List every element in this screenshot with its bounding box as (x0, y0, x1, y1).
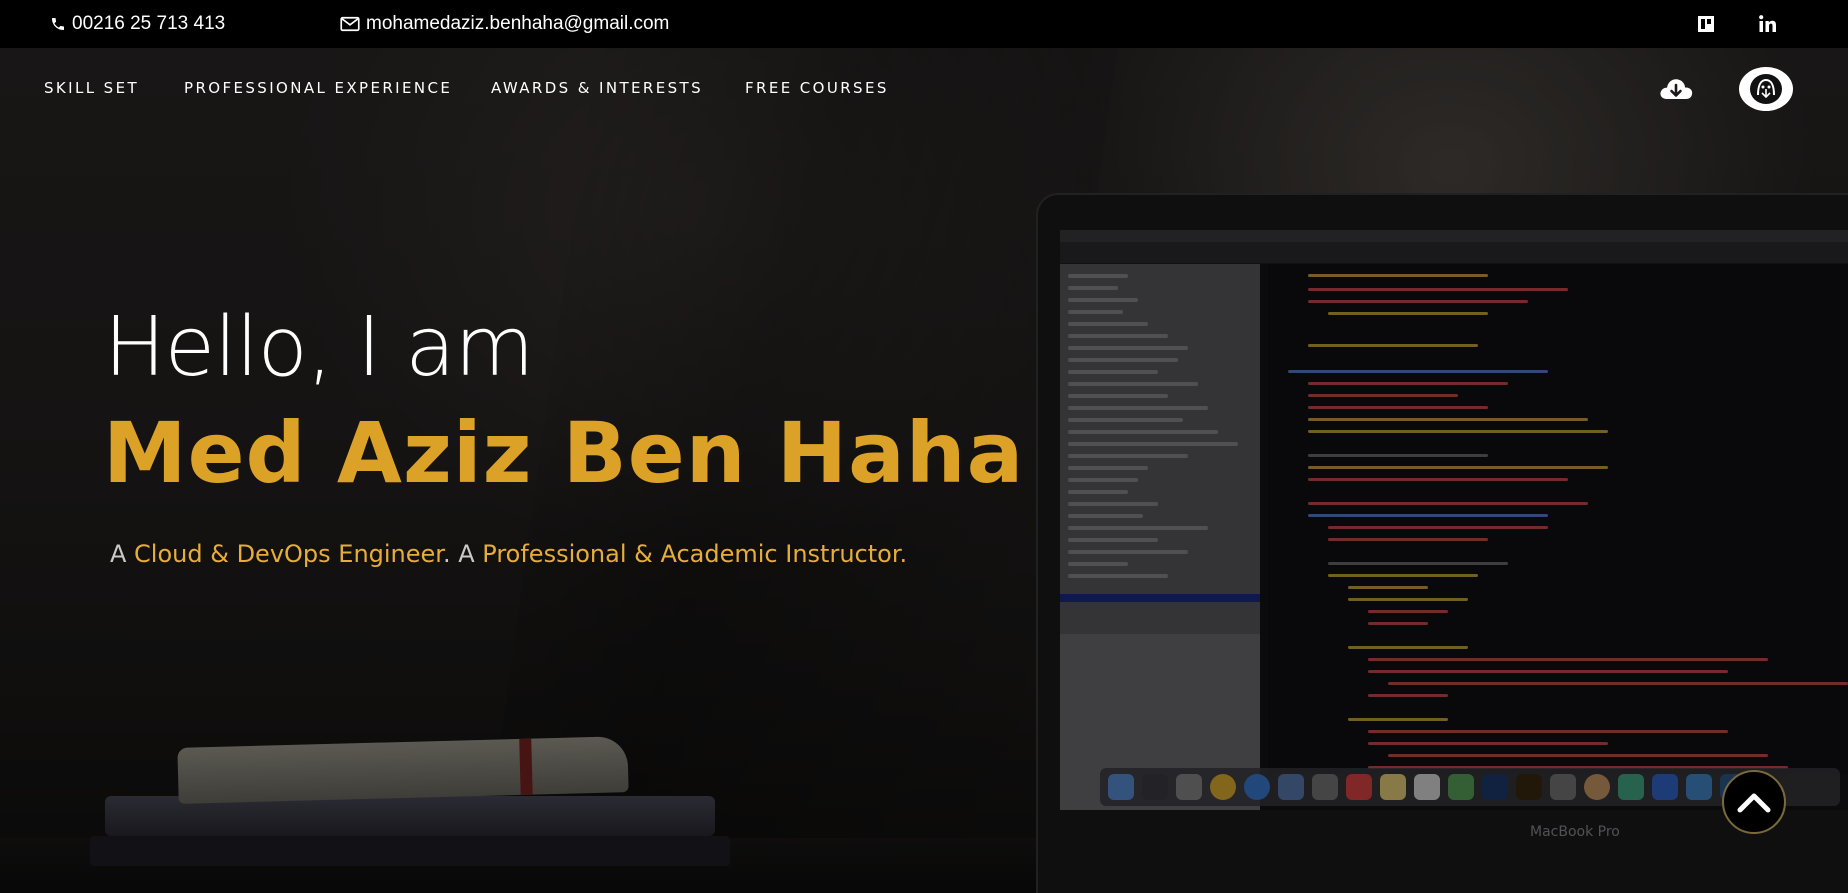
phone-number: 00216 25 713 413 (72, 13, 226, 34)
scroll-to-top-button[interactable] (1722, 770, 1786, 834)
download-cv-button[interactable] (1657, 73, 1695, 105)
tagline-role-instructor: Professional & Academic Instructor (482, 540, 900, 568)
hero-tagline: A Cloud & DevOps Engineer. A Professiona… (110, 540, 907, 568)
cloud-download-icon (1660, 79, 1693, 99)
hero-greeting: Hello, I am (104, 300, 534, 395)
tagline-prefix: A (110, 540, 135, 568)
phone-contact[interactable]: 00216 25 713 413 (50, 0, 225, 48)
nav-item-free-courses[interactable]: FREE COURSES (745, 48, 889, 128)
nav-item-awards-interests[interactable]: AWARDS & INTERESTS (491, 48, 703, 128)
email-contact[interactable]: mohamedaziz.benhaha@gmail.com (340, 0, 669, 48)
profile-avatar-icon (1750, 74, 1782, 104)
tagline-suffix: . (899, 540, 908, 568)
chevron-up-icon (1737, 793, 1771, 813)
top-contact-bar: 00216 25 713 413 mohamedaziz.benhaha@gma… (0, 0, 1848, 48)
blog-icon (1698, 16, 1714, 32)
blog-link[interactable] (1697, 0, 1715, 48)
nav-item-skill-set[interactable]: SKILL SET (44, 48, 139, 128)
linkedin-icon (1759, 15, 1776, 32)
hero-name: Med Aziz Ben Haha (103, 404, 1025, 502)
phone-icon (52, 18, 64, 30)
nav-item-professional-experience[interactable]: PROFESSIONAL EXPERIENCE (184, 48, 452, 128)
profile-avatar-button[interactable] (1739, 67, 1793, 111)
tagline-role-devops: Cloud & DevOps Engineer (134, 540, 443, 568)
linkedin-link[interactable] (1758, 0, 1778, 48)
main-navigation: SKILL SET PROFESSIONAL EXPERIENCE AWARDS… (0, 48, 1848, 128)
envelope-icon (340, 16, 360, 32)
tagline-separator: . A (442, 540, 483, 568)
email-address: mohamedaziz.benhaha@gmail.com (366, 13, 670, 34)
